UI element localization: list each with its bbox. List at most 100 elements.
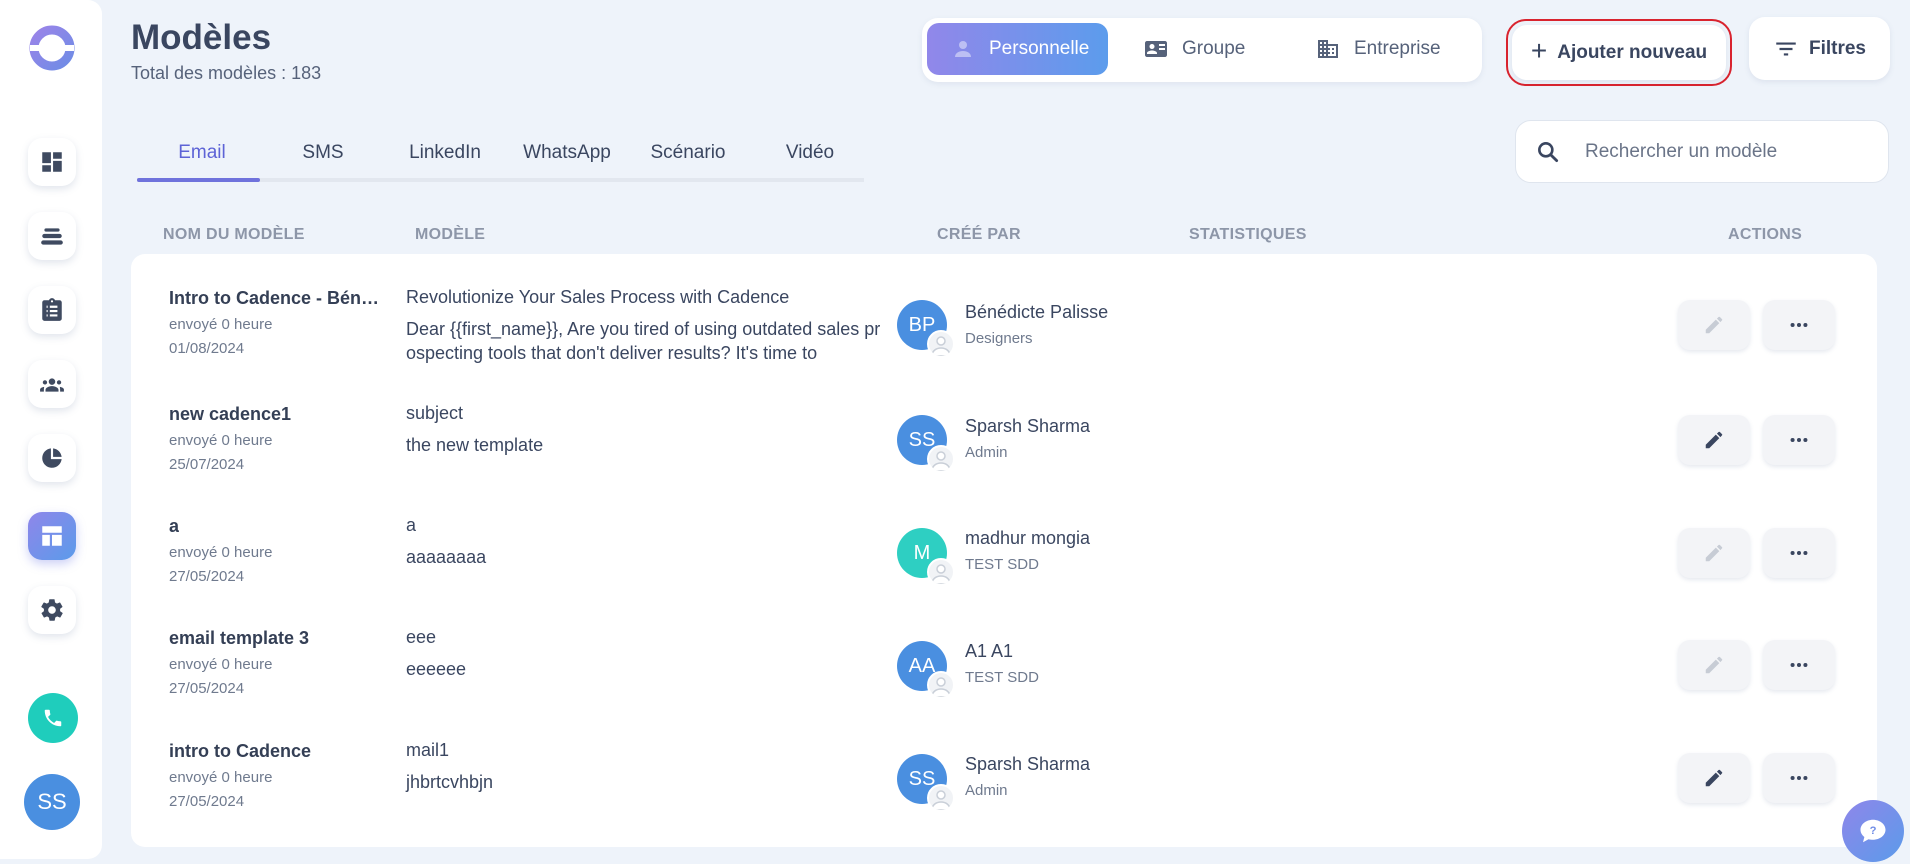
tab-whatsapp[interactable]: WhatsApp [523,142,611,164]
gear-icon [41,599,63,621]
user-avatar[interactable]: SS [24,774,80,830]
app-logo[interactable] [28,24,76,72]
pencil-icon [1705,769,1723,787]
search-icon [1538,141,1559,162]
sent-info: envoyé 0 heure [169,544,273,561]
template-body: eeeeee [406,659,467,679]
creator-name: A1 A1 [965,641,1014,661]
more-button[interactable] [1763,753,1835,803]
sidebar: SS [0,0,102,859]
user-placeholder-icon [927,558,955,586]
pencil-icon [1705,544,1723,562]
scope-groupe[interactable]: Groupe [1144,23,1284,75]
help-chat-icon: ? [1860,819,1886,843]
sidebar-cadences[interactable] [28,212,76,260]
more-horizontal-icon [1790,437,1808,443]
sent-info: envoyé 0 heure [169,432,273,449]
user-placeholder-icon [927,671,955,699]
creator-name: madhur mongia [965,528,1091,548]
pencil-icon [1705,431,1723,449]
template-subject: mail1 [406,740,450,760]
more-horizontal-icon [1790,322,1808,328]
filters-button[interactable]: Filtres [1749,17,1890,80]
scope-personnelle[interactable]: Personnelle [927,23,1108,75]
scope-switcher: Personnelle Groupe Entreprise [922,18,1482,82]
created-date: 01/08/2024 [169,340,245,357]
edit-button[interactable] [1678,528,1750,578]
dashboard-icon [42,152,62,172]
template-subject: a [406,515,417,535]
tab-video[interactable]: Vidéo [786,142,834,164]
sidebar-people[interactable] [28,360,76,408]
tab-email[interactable]: Email [178,142,226,164]
template-name[interactable]: Intro to Cadence - Bénédicte [169,288,384,309]
created-date: 27/05/2024 [169,793,245,810]
search-box [1515,120,1889,183]
search-input[interactable] [1585,140,1865,163]
channel-tabs: Email SMS LinkedIn WhatsApp Scénario Vid… [137,130,864,182]
pie-chart-icon [42,448,62,468]
svg-text:?: ? [1870,825,1877,837]
scope-entreprise[interactable]: Entreprise [1316,23,1476,75]
table-row[interactable]: intro to Cadence envoyé 0 heure 27/05/20… [131,717,1877,829]
building-icon [1318,40,1338,58]
user-placeholder-icon [927,445,955,473]
help-button[interactable]: ? [1842,800,1904,862]
template-body: Dear {{first_name}}, Are you tired of us… [406,319,881,363]
user-icon [955,41,971,57]
more-horizontal-icon [1790,662,1808,668]
template-name[interactable]: intro to Cadence [169,741,311,762]
user-placeholder-icon [927,330,955,358]
template-name[interactable]: new cadence1 [169,404,291,425]
more-button[interactable] [1763,415,1835,465]
table-row[interactable]: email template 3 envoyé 0 heure 27/05/20… [131,604,1877,716]
clipboard-icon [42,298,62,321]
column-header-name: NOM DU MODÈLE [163,226,305,243]
templates-table: Intro to Cadence - Bénédicte envoyé 0 he… [131,254,1877,847]
creator-avatar: SS [897,754,955,812]
template-body: aaaaaaaa [406,547,487,567]
template-subject: eee [406,627,437,647]
edit-button[interactable] [1678,415,1750,465]
sidebar-dashboard[interactable] [28,138,76,186]
creator-avatar: BP [897,300,955,358]
filters-label: Filtres [1808,37,1867,59]
sidebar-tasks[interactable] [28,286,76,334]
column-header-template: MODÈLE [415,226,486,243]
creator-avatar: M [897,528,955,586]
more-button[interactable] [1763,300,1835,350]
column-header-actions: ACTIONS [1728,226,1803,243]
more-horizontal-icon [1790,550,1808,556]
sent-info: envoyé 0 heure [169,656,273,673]
group-icon [40,378,64,392]
plus-icon: + [1530,35,1548,66]
template-name[interactable]: email template 3 [169,628,309,649]
template-name[interactable]: a [169,516,179,537]
sidebar-settings[interactable] [28,586,76,634]
more-horizontal-icon [1790,775,1808,781]
add-new-button[interactable]: + Ajouter nouveau [1512,25,1726,80]
created-date: 25/07/2024 [169,456,245,473]
id-card-icon [1145,41,1167,57]
tab-linkedin[interactable]: LinkedIn [409,142,481,164]
more-button[interactable] [1763,640,1835,690]
table-row[interactable]: new cadence1 envoyé 0 heure 25/07/2024 s… [131,380,1877,492]
column-header-statistics: STATISTIQUES [1189,226,1307,243]
created-date: 27/05/2024 [169,568,245,585]
edit-button[interactable] [1678,300,1750,350]
table-row[interactable]: Intro to Cadence - Bénédicte envoyé 0 he… [131,264,1877,376]
phone-button[interactable] [28,693,78,743]
scope-label: Groupe [1182,38,1246,59]
sidebar-reports[interactable] [28,434,76,482]
table-row[interactable]: a envoyé 0 heure 27/05/2024 a aaaaaaaa M… [131,492,1877,604]
tab-sms[interactable]: SMS [302,142,343,164]
edit-button[interactable] [1678,753,1750,803]
tab-scenario[interactable]: Scénario [651,142,726,164]
creator-name: Sparsh Sharma [965,754,1091,774]
sidebar-templates[interactable] [28,512,76,560]
edit-button[interactable] [1678,640,1750,690]
more-button[interactable] [1763,528,1835,578]
page-title: Modèles [131,18,272,57]
creator-avatar: AA [897,641,955,699]
column-header-created-by: CRÉÉ PAR [937,226,1021,243]
